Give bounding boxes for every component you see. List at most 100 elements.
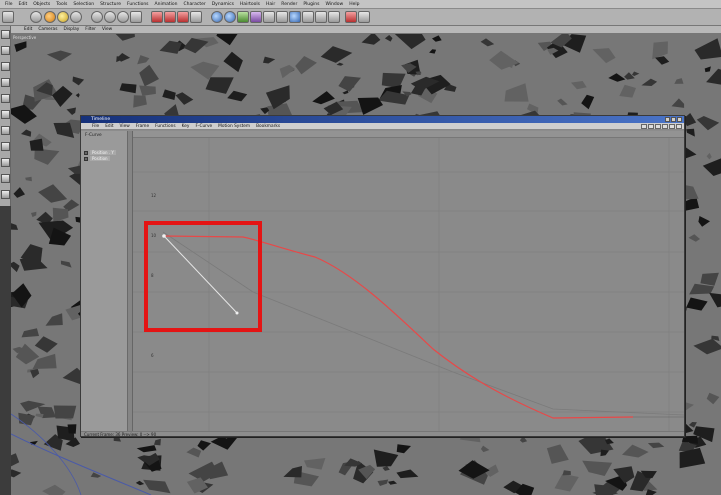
menu-animation[interactable]: Animation <box>152 0 181 9</box>
shard-fragment <box>361 34 381 45</box>
menu-dynamics[interactable]: Dynamics <box>209 0 237 9</box>
undo-icon[interactable] <box>2 11 14 23</box>
shard-fragment <box>683 184 699 200</box>
camera-icon[interactable] <box>289 11 301 23</box>
shard-fragment <box>693 338 721 355</box>
zoom-icon[interactable] <box>662 124 668 129</box>
menu-window[interactable]: Window <box>322 0 346 9</box>
coordinate-system-icon[interactable] <box>130 11 142 23</box>
plugin-icon[interactable] <box>328 11 340 23</box>
track-toggle-icon[interactable] <box>84 156 88 161</box>
shard-fragment <box>13 187 25 198</box>
points-mode-icon[interactable] <box>1 94 10 103</box>
spline-icon[interactable] <box>237 11 249 23</box>
deformer-icon[interactable] <box>250 11 262 23</box>
hair-icon[interactable] <box>315 11 327 23</box>
timeline-menu-file[interactable]: File <box>89 124 102 129</box>
timeline-titlebar[interactable]: Timeline <box>81 116 684 123</box>
viewport-menu-view[interactable]: View <box>99 27 115 32</box>
scale-icon[interactable] <box>57 11 69 23</box>
timeline-menu-f-curve[interactable]: F-Curve <box>192 124 215 129</box>
maximize-icon[interactable] <box>671 117 676 122</box>
live-select-icon[interactable] <box>30 11 42 23</box>
menu-help[interactable]: Help <box>346 0 362 9</box>
menu-functions[interactable]: Functions <box>124 0 152 9</box>
shard-fragment <box>396 469 419 479</box>
pin-icon[interactable] <box>676 124 682 129</box>
z-axis-icon[interactable] <box>117 11 129 23</box>
shard-fragment <box>30 440 38 445</box>
tangent-icon[interactable] <box>655 124 661 129</box>
menu-structure[interactable]: Structure <box>97 0 124 9</box>
use-texture-mode-icon[interactable] <box>1 62 10 71</box>
track-position[interactable]: Position <box>84 156 110 161</box>
environment-icon[interactable] <box>276 11 288 23</box>
viewport-menu-edit[interactable]: Edit <box>21 27 35 32</box>
lock-icon[interactable] <box>669 124 675 129</box>
timeline-menu-functions[interactable]: Functions <box>152 124 179 129</box>
menu-objects[interactable]: Objects <box>30 0 53 9</box>
menu-render[interactable]: Render <box>278 0 300 9</box>
animation-mode-icon[interactable] <box>1 142 10 151</box>
menu-hairtools[interactable]: Hairtools <box>237 0 263 9</box>
shard-fragment <box>382 466 390 471</box>
cube-icon[interactable] <box>211 11 223 23</box>
modeling-icon[interactable] <box>263 11 275 23</box>
shard-fragment <box>706 392 720 405</box>
render-settings-icon[interactable] <box>190 11 202 23</box>
y-axis-icon[interactable] <box>104 11 116 23</box>
use-object-mode-icon[interactable] <box>1 46 10 55</box>
rotate-icon[interactable] <box>70 11 82 23</box>
use-model-mode-icon[interactable] <box>1 30 10 39</box>
use-axis-mode-icon[interactable] <box>1 78 10 87</box>
light-icon[interactable] <box>302 11 314 23</box>
close-icon[interactable] <box>677 117 682 122</box>
timeline-menu-bookmarks[interactable]: Bookmarks <box>253 124 283 129</box>
nurbs-icon[interactable] <box>224 11 236 23</box>
render-picture-viewer-icon[interactable] <box>177 11 189 23</box>
track-toggle-icon[interactable] <box>84 150 88 155</box>
timeline-menu-view[interactable]: View <box>117 124 133 129</box>
shard-fragment <box>34 336 58 353</box>
shard-fragment <box>619 84 636 98</box>
viewport-menu-cameras[interactable]: Cameras <box>35 27 60 32</box>
minimize-icon[interactable] <box>665 117 670 122</box>
menu-hair[interactable]: Hair <box>263 0 278 9</box>
menu-selection[interactable]: Selection <box>70 0 97 9</box>
menu-plugins[interactable]: Plugins <box>300 0 322 9</box>
render-region-icon[interactable] <box>164 11 176 23</box>
viewport-menu-filter[interactable]: Filter <box>82 27 99 32</box>
track-position-y[interactable]: Position . Y <box>84 150 116 155</box>
menu-file[interactable]: File <box>2 0 16 9</box>
shard-fragment <box>11 453 20 467</box>
key-icon[interactable] <box>648 124 654 129</box>
shard-fragment <box>562 470 571 476</box>
shard-fragment <box>216 34 238 46</box>
menu-tools[interactable]: Tools <box>53 0 70 9</box>
timeline-menu-edit[interactable]: Edit <box>102 124 116 129</box>
timeline-menu-frame[interactable]: Frame <box>133 124 152 129</box>
shard-fragment <box>263 56 276 64</box>
menu-edit[interactable]: Edit <box>16 0 31 9</box>
timeline-menu-motion-system[interactable]: Motion System <box>215 124 253 129</box>
move-icon[interactable] <box>44 11 56 23</box>
record-icon[interactable] <box>641 124 647 129</box>
checker-icon[interactable] <box>1 158 10 167</box>
help-icon[interactable] <box>358 11 370 23</box>
polygons-mode-icon[interactable] <box>1 126 10 135</box>
shard-fragment <box>338 76 361 92</box>
shard-fragment <box>582 460 613 476</box>
edges-mode-icon[interactable] <box>1 110 10 119</box>
shard-fragment <box>381 72 406 89</box>
shard-fragment <box>38 184 68 203</box>
timeline-menu-key[interactable]: Key <box>179 124 193 129</box>
layout-icon[interactable] <box>345 11 357 23</box>
timeline-menubar: File Edit View Frame Functions Key F-Curve Moti… <box>81 123 684 130</box>
snap-icon[interactable] <box>1 190 10 199</box>
shard-fragment <box>357 97 383 115</box>
x-axis-icon[interactable] <box>91 11 103 23</box>
viewport-menu-display[interactable]: Display <box>60 27 82 32</box>
menu-character[interactable]: Character <box>181 0 209 9</box>
checker-2-icon[interactable] <box>1 174 10 183</box>
render-view-icon[interactable] <box>151 11 163 23</box>
